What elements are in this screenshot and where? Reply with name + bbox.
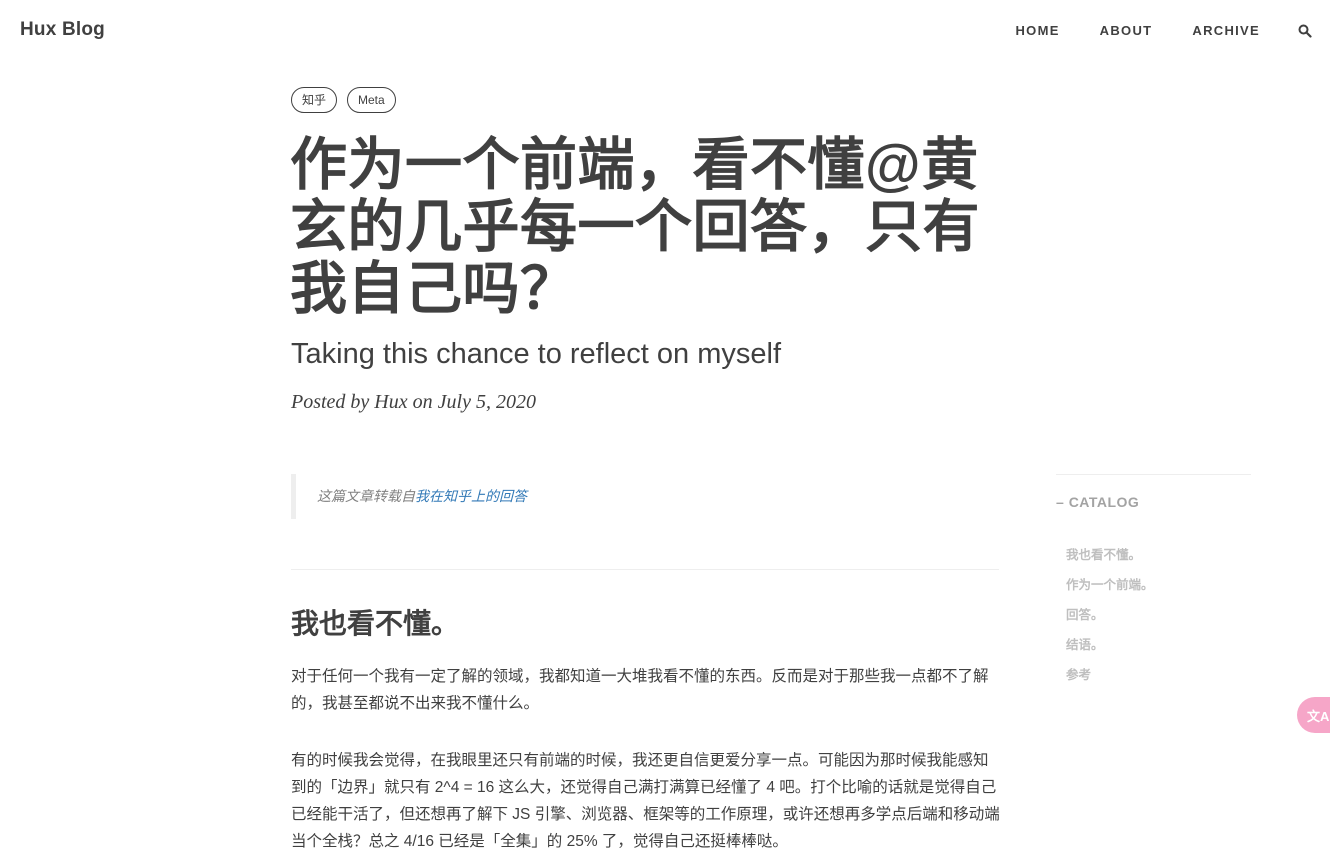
search-icon[interactable] <box>1298 24 1312 38</box>
brand-link[interactable]: Hux Blog <box>20 19 105 41</box>
catalog-item[interactable]: 作为一个前端。 <box>1066 570 1154 600</box>
catalog-title: – CATALOG <box>1056 494 1139 510</box>
tag-list: 知乎 Meta <box>291 87 396 113</box>
catalog-divider <box>1056 474 1251 475</box>
post-meta: Posted by Hux on July 5, 2020 <box>291 391 536 413</box>
translate-icon: 文A <box>1307 708 1330 724</box>
divider <box>291 569 999 570</box>
nav-archive[interactable]: ARCHIVE <box>1192 23 1260 38</box>
post-title: 作为一个前端，看不懂@黄玄的几乎每一个回答，只有我自己吗？ <box>290 133 980 321</box>
dash-icon: – <box>1056 494 1069 510</box>
tag-meta[interactable]: Meta <box>347 87 396 113</box>
translate-button[interactable]: 文A <box>1297 697 1330 733</box>
post-subtitle: Taking this chance to reflect on myself <box>291 338 782 370</box>
section-heading: 我也看不懂。 <box>291 608 460 639</box>
tag-zhihu[interactable]: 知乎 <box>291 87 338 113</box>
paragraph-2: 有的时候我会觉得，在我眼里还只有前端的时候，我还更自信更爱分享一点。可能因为那时… <box>291 752 1000 850</box>
nav-links: HOME ABOUT ARCHIVE <box>975 23 1260 38</box>
catalog-item[interactable]: 回答。 <box>1066 600 1154 630</box>
catalog-title-label: CATALOG <box>1068 494 1140 510</box>
catalog-item[interactable]: 参考 <box>1066 660 1154 690</box>
nav-home[interactable]: HOME <box>1015 23 1059 38</box>
quote-text: 这篇文章转载自 <box>317 488 415 504</box>
catalog-list: 我也看不懂。 作为一个前端。 回答。 结语。 参考 <box>1066 540 1154 690</box>
zhihu-answer-link[interactable]: 我在知乎上的回答 <box>415 488 527 504</box>
nav-about[interactable]: ABOUT <box>1100 23 1153 38</box>
catalog-item[interactable]: 结语。 <box>1066 630 1154 660</box>
navbar: Hux Blog HOME ABOUT ARCHIVE <box>0 0 1330 62</box>
source-quote: 这篇文章转载自我在知乎上的回答 <box>291 474 999 519</box>
catalog-item[interactable]: 我也看不懂。 <box>1066 540 1154 570</box>
paragraph-1: 对于任何一个我有一定了解的领域，我都知道一大堆我看不懂的东西。反而是对于那些我一… <box>291 668 989 712</box>
